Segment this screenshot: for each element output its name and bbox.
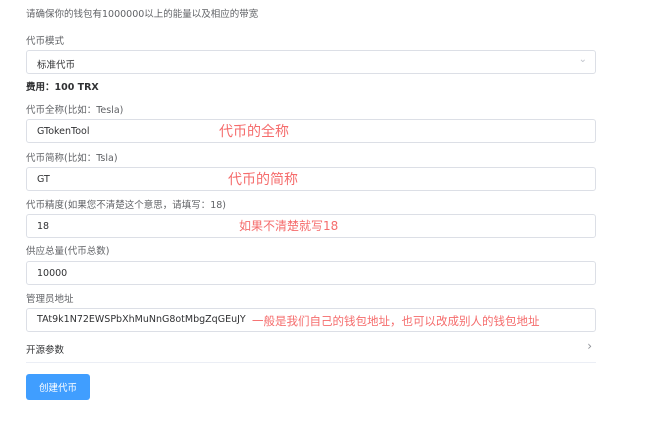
token-mode-label: 代币模式 <box>26 36 65 47</box>
fee-text: 费用：100 TRX <box>26 82 99 93</box>
admin-address-value: TAt9k1N72EWSPbXhMuNnG8otMbgZqGEuJY <box>37 314 246 325</box>
full-name-value: GTokenTool <box>37 126 90 137</box>
open-source-params-title: 开源参数 <box>26 345 65 356</box>
admin-address-annotation: 一般是我们自己的钱包地址，也可以改成别人的钱包地址 <box>252 314 540 328</box>
wallet-energy-notice: 请确保你的钱包有1000000以上的能量以及相应的带宽 <box>26 9 259 20</box>
admin-address-label: 管理员地址 <box>26 294 74 305</box>
open-source-params-collapse[interactable]: 开源参数 › <box>26 333 596 363</box>
full-name-label: 代币全称(比如：Tesla) <box>26 105 124 116</box>
full-name-input[interactable]: GTokenTool <box>26 119 596 143</box>
full-name-annotation: 代币的全称 <box>219 124 289 140</box>
short-name-input[interactable]: GT <box>26 167 596 191</box>
short-name-label: 代币简称(比如：Tsla) <box>26 153 118 164</box>
short-name-annotation: 代币的简称 <box>228 172 298 188</box>
supply-label: 供应总量(代币总数) <box>26 246 110 257</box>
short-name-value: GT <box>37 174 50 185</box>
precision-annotation: 如果不清楚就写18 <box>239 219 339 233</box>
chevron-right-icon: › <box>587 339 592 353</box>
supply-value: 10000 <box>37 268 68 279</box>
supply-input[interactable]: 10000 <box>26 261 596 285</box>
token-mode-selected-value: 标准代币 <box>37 60 76 71</box>
precision-value: 18 <box>37 221 50 232</box>
create-token-button[interactable]: 创建代币 <box>26 374 90 400</box>
chevron-down-icon: ⌄ <box>578 54 587 65</box>
precision-label: 代币精度(如果您不清楚这个意思，请填写：18) <box>26 200 227 211</box>
token-mode-select[interactable]: 标准代币 ⌄ <box>26 50 596 74</box>
